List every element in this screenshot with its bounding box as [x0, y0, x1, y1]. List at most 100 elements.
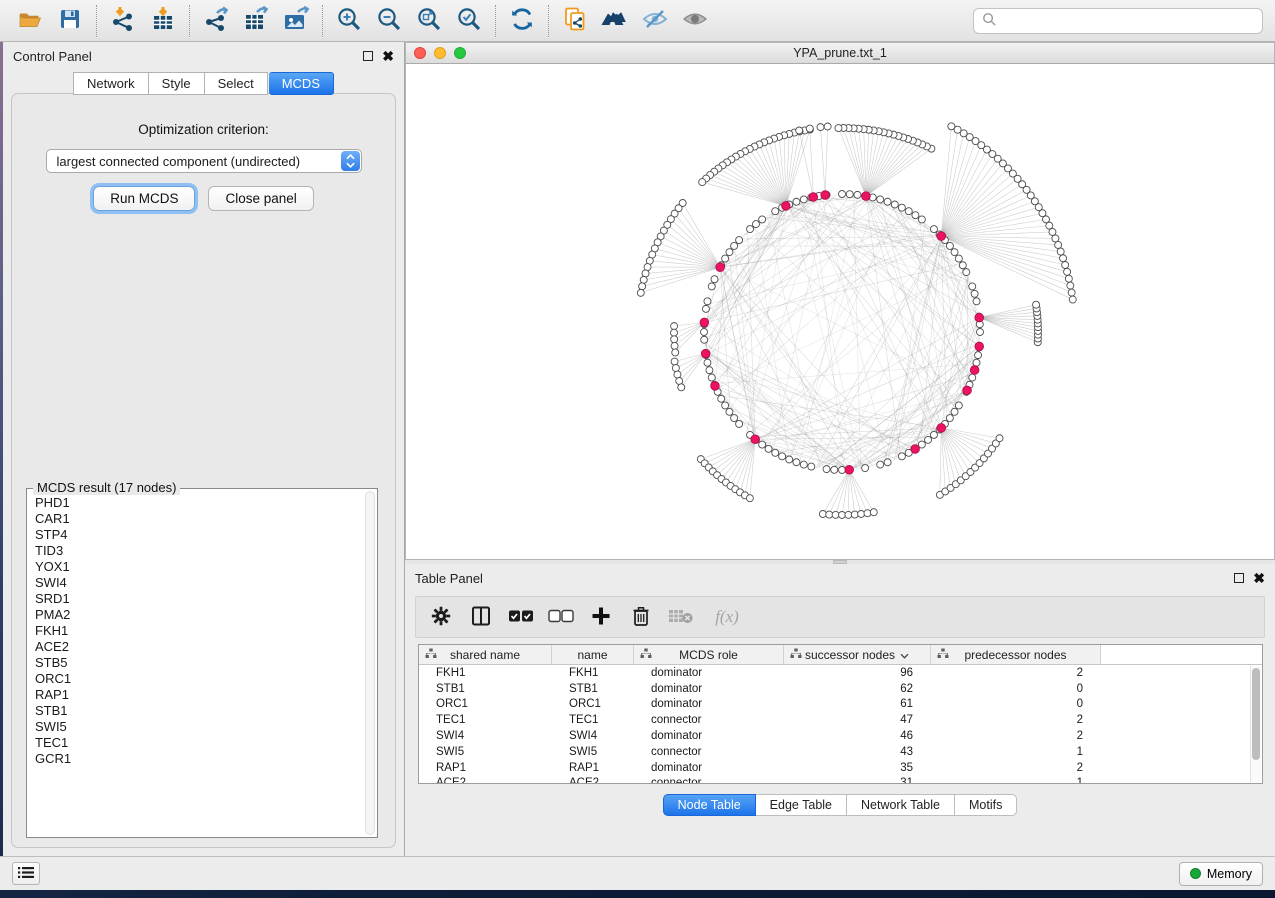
mcds-result-item[interactable]: PHD1: [33, 495, 365, 511]
network-node[interactable]: [1057, 248, 1064, 255]
network-node[interactable]: [731, 415, 738, 422]
network-node[interactable]: [977, 329, 984, 336]
network-node[interactable]: [736, 237, 743, 244]
network-node[interactable]: [704, 359, 711, 366]
network-node[interactable]: [752, 221, 759, 228]
network-node[interactable]: [772, 449, 779, 456]
network-node[interactable]: [671, 342, 678, 349]
tab-mcds[interactable]: MCDS: [269, 72, 334, 95]
network-node[interactable]: [969, 374, 976, 381]
mcds-hub-node[interactable]: [809, 193, 818, 202]
network-node[interactable]: [779, 453, 786, 460]
delete-row-button[interactable]: [626, 601, 656, 633]
network-node[interactable]: [955, 402, 962, 409]
mcds-result-item[interactable]: ACE2: [33, 639, 365, 655]
network-node[interactable]: [955, 255, 962, 262]
network-node[interactable]: [711, 276, 718, 283]
save-session-button[interactable]: [50, 4, 90, 38]
mcds-result-item[interactable]: ORC1: [33, 671, 365, 687]
import-table-button[interactable]: [143, 4, 183, 38]
table-scrollbar[interactable]: [1250, 666, 1261, 782]
column-header-predecessor-nodes[interactable]: predecessor nodes: [931, 645, 1101, 664]
mcds-hub-node[interactable]: [845, 466, 854, 475]
network-node[interactable]: [759, 216, 766, 223]
network-node[interactable]: [793, 459, 800, 466]
mcds-result-item[interactable]: STB1: [33, 703, 365, 719]
binoculars-icon-button[interactable]: [595, 4, 635, 38]
import-network-button[interactable]: [103, 4, 143, 38]
table-row[interactable]: TEC1TEC1connector472: [419, 712, 1262, 728]
network-node[interactable]: [731, 242, 738, 249]
network-node[interactable]: [637, 289, 644, 296]
network-node[interactable]: [1055, 241, 1062, 248]
table-row[interactable]: FKH1FKH1dominator962: [419, 665, 1262, 681]
network-node[interactable]: [1062, 262, 1069, 269]
network-node[interactable]: [996, 435, 1003, 442]
mcds-result-item[interactable]: YOX1: [33, 559, 365, 575]
network-node[interactable]: [642, 270, 649, 277]
network-node[interactable]: [905, 208, 912, 215]
network-node[interactable]: [704, 298, 711, 305]
network-node[interactable]: [963, 269, 970, 276]
network-node[interactable]: [678, 384, 685, 391]
show-column-button[interactable]: [466, 601, 496, 633]
network-node[interactable]: [846, 191, 853, 198]
show-all-button[interactable]: [675, 4, 715, 38]
network-node[interactable]: [1033, 301, 1040, 308]
mcds-hub-node[interactable]: [937, 424, 946, 433]
network-node[interactable]: [726, 249, 733, 256]
network-node[interactable]: [722, 255, 729, 262]
minimize-window-icon[interactable]: [434, 47, 446, 59]
network-node[interactable]: [891, 201, 898, 208]
mcds-hub-node[interactable]: [711, 382, 720, 391]
network-node[interactable]: [824, 123, 831, 130]
network-node[interactable]: [851, 511, 858, 518]
network-node[interactable]: [1049, 228, 1056, 235]
run-mcds-button[interactable]: Run MCDS: [93, 186, 195, 211]
mcds-result-item[interactable]: TEC1: [33, 735, 365, 751]
network-node[interactable]: [975, 352, 982, 359]
network-node[interactable]: [884, 198, 891, 205]
network-node[interactable]: [747, 226, 754, 233]
open-file-button[interactable]: [10, 4, 50, 38]
export-table-button[interactable]: [236, 4, 276, 38]
network-node[interactable]: [969, 283, 976, 290]
table-row[interactable]: ACE2ACE2connector311: [419, 776, 1262, 784]
network-node[interactable]: [831, 466, 838, 473]
table-row[interactable]: STB1STB1dominator620: [419, 681, 1262, 697]
network-node[interactable]: [973, 298, 980, 305]
float-panel-icon[interactable]: [363, 51, 373, 61]
mcds-result-item[interactable]: RAP1: [33, 687, 365, 703]
network-node[interactable]: [806, 125, 813, 132]
mcds-hub-node[interactable]: [970, 366, 979, 375]
network-node[interactable]: [772, 208, 779, 215]
mcds-hub-node[interactable]: [821, 191, 830, 200]
network-node[interactable]: [951, 408, 958, 415]
float-panel-icon[interactable]: [1234, 573, 1244, 583]
network-node[interactable]: [1065, 275, 1072, 282]
zoom-in-button[interactable]: [329, 4, 369, 38]
network-node[interactable]: [708, 374, 715, 381]
mcds-hub-node[interactable]: [862, 192, 871, 201]
network-node[interactable]: [854, 191, 861, 198]
network-node[interactable]: [930, 226, 937, 233]
mcds-hub-node[interactable]: [963, 386, 972, 395]
network-node[interactable]: [1068, 289, 1075, 296]
network-node[interactable]: [800, 461, 807, 468]
mcds-hub-node[interactable]: [937, 232, 946, 241]
network-node[interactable]: [839, 191, 846, 198]
zoom-fit-button[interactable]: [409, 4, 449, 38]
zoom-selected-button[interactable]: [449, 4, 489, 38]
hide-selected-button[interactable]: [635, 4, 675, 38]
table-row[interactable]: ORC1ORC1dominator610: [419, 697, 1262, 713]
network-node[interactable]: [786, 456, 793, 463]
network-node[interactable]: [708, 283, 715, 290]
export-image-button[interactable]: [276, 4, 316, 38]
mcds-hub-node[interactable]: [782, 202, 791, 211]
network-node[interactable]: [959, 262, 966, 269]
mcds-result-item[interactable]: TID3: [33, 543, 365, 559]
network-node[interactable]: [671, 358, 678, 365]
mcds-hub-node[interactable]: [716, 263, 725, 272]
network-node[interactable]: [862, 465, 869, 472]
mcds-hub-node[interactable]: [700, 318, 709, 327]
